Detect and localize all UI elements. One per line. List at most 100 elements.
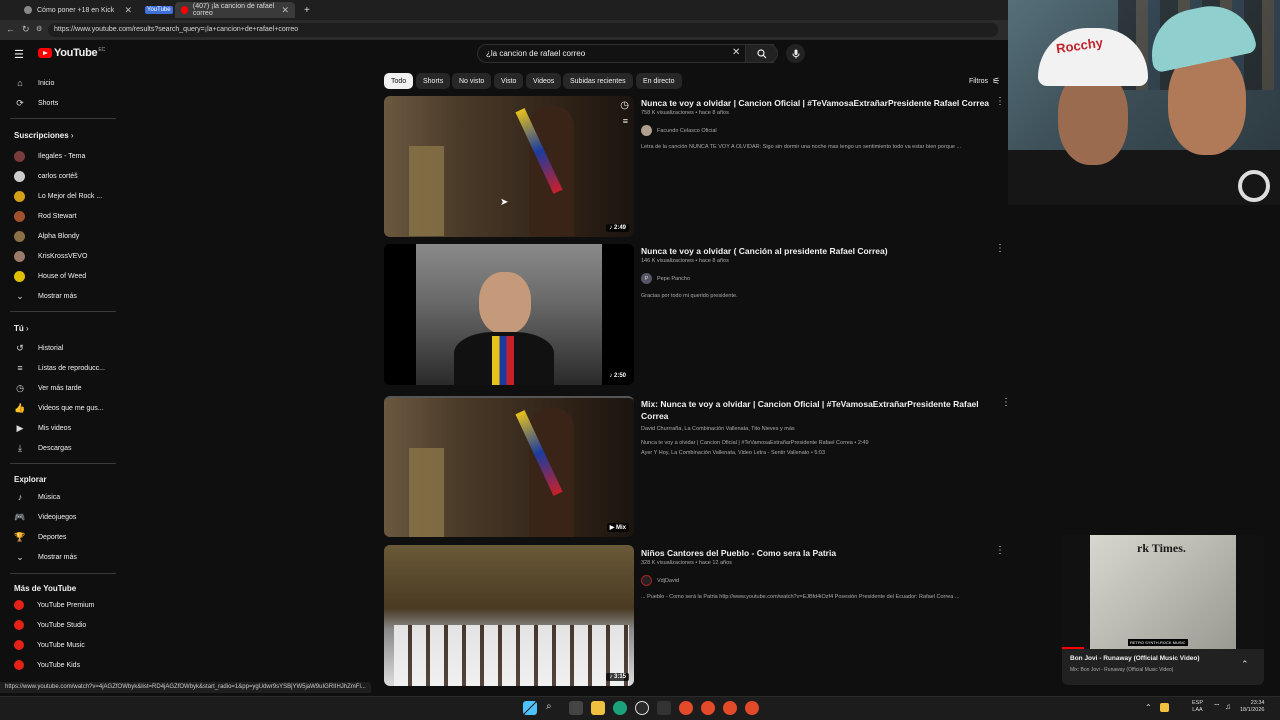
miniplayer-video[interactable]: rk Times. RETRO SYNTH-ROCK MUSIC — [1062, 535, 1264, 649]
site-info-icon[interactable]: ⚙ — [36, 25, 42, 33]
video-thumbnail[interactable]: ◷ ≡ ♪ 2:49 — [384, 96, 634, 237]
chip-en-directo[interactable]: En directo — [636, 73, 682, 89]
chip-visto[interactable]: Visto — [494, 73, 524, 89]
new-tab-button[interactable]: + — [298, 2, 312, 18]
back-icon[interactable]: ← — [6, 24, 15, 34]
url-field[interactable]: https://www.youtube.com/results?search_q… — [48, 23, 998, 37]
sidebar-sub-item[interactable]: Alpha Blondy — [14, 228, 79, 244]
sidebar-sub-item[interactable]: carlos cortéš — [14, 168, 78, 184]
github-icon[interactable] — [657, 701, 671, 715]
video-title[interactable]: Niños Cantores del Pueblo - Como sera la… — [641, 547, 991, 559]
miniplayer-title[interactable]: Bon Jovi - Runaway (Official Music Video… — [1070, 655, 1200, 662]
xbox-icon[interactable] — [635, 701, 649, 715]
close-tab-icon[interactable]: ✕ — [281, 5, 289, 16]
clear-search-icon[interactable]: ✕ — [732, 47, 740, 58]
video-thumbnail[interactable]: ♪ 3:15 — [384, 545, 634, 686]
sidebar-item-my-videos[interactable]: ▶ Mis videos — [14, 420, 72, 436]
menu-icon[interactable]: ☰ — [14, 48, 24, 61]
filters-button[interactable]: Filtros ⚟ — [969, 76, 1000, 87]
language-indicator[interactable]: ESP LAA — [1192, 700, 1203, 714]
chip-todo[interactable]: Todo — [384, 73, 414, 89]
sidebar-item-music[interactable]: ♪ Música — [14, 489, 60, 505]
sidebar-item-kids[interactable]: YouTube Kids — [14, 657, 80, 673]
sidebar-item-shorts[interactable]: ⟳ Shorts — [14, 95, 58, 111]
reload-icon[interactable]: ↻ — [22, 24, 30, 35]
subscriptions-header[interactable]: Suscripciones › — [14, 131, 74, 140]
channel-link[interactable]: P Pepe Pancho — [641, 273, 690, 284]
network-icon[interactable]: ⌔ — [1213, 702, 1221, 712]
chip-videos[interactable]: Videos — [526, 73, 562, 89]
video-title[interactable]: Nunca te voy a olvidar | Cancion Oficial… — [641, 97, 991, 109]
clock[interactable]: 23:34 18/1/2026 — [1240, 700, 1264, 714]
sidebar-item-watch-later[interactable]: ◷ Ver más tarde — [14, 380, 82, 396]
chip-shorts[interactable]: Shorts — [416, 73, 451, 89]
channel-avatar — [14, 230, 25, 242]
chip-no-visto[interactable]: No visto — [452, 73, 492, 89]
windows-start-icon[interactable] — [523, 701, 537, 715]
sidebar-sub-item[interactable]: House of Weed — [14, 268, 86, 284]
sidebar-item-playlists[interactable]: ≡ Listas de reproducc... — [14, 360, 105, 376]
browser-tab-youtube-group[interactable]: YouTube — [143, 2, 173, 18]
voice-search-button[interactable] — [786, 44, 805, 63]
video-title[interactable]: Nunca te voy a olvidar ( Canción al pres… — [641, 245, 991, 257]
sidebar-item-studio[interactable]: YouTube Studio — [14, 617, 86, 633]
sidebar-item-historial[interactable]: ↺ Historial — [14, 340, 63, 356]
sidebar-item-sports[interactable]: 🏆 Deportes — [14, 529, 66, 545]
more-options-icon[interactable]: ⋮ — [995, 96, 1005, 107]
search-icon[interactable]: ⌕ — [546, 701, 560, 715]
browser-tab-kick[interactable]: Cómo poner +18 en Kick ✕ — [18, 2, 138, 18]
sidebar-item-music-app[interactable]: YouTube Music — [14, 637, 85, 653]
sidebar-sub-item[interactable]: Ilegales - Tema — [14, 148, 85, 164]
volume-icon[interactable]: ♫ — [1225, 702, 1231, 711]
chrome-icon[interactable] — [679, 701, 693, 715]
channel-link[interactable]: VdjDavid — [641, 575, 679, 586]
sidebar-item-premium[interactable]: YouTube Premium — [14, 597, 94, 613]
sidebar-item-liked[interactable]: 👍 Videos que me gus... — [14, 400, 104, 416]
edge-icon[interactable] — [613, 701, 627, 715]
search-button[interactable] — [745, 44, 778, 63]
chip-subidas-recientes[interactable]: Subidas recientes — [563, 73, 633, 89]
more-options-icon[interactable]: ⋮ — [995, 545, 1005, 556]
video-thumbnail[interactable]: ♪ 2:50 — [384, 244, 634, 385]
download-icon: ⤓ — [18, 442, 22, 453]
sidebar-item-downloads[interactable]: ⤓ Descargas — [14, 440, 71, 456]
chevron-up-icon[interactable]: ⌃ — [1241, 659, 1249, 670]
sidebar-item-inicio[interactable]: ⌂ Inicio — [14, 75, 54, 91]
globe-icon — [24, 6, 32, 14]
sidebar-show-more-subs[interactable]: ⌄ Mostrar más — [14, 288, 77, 304]
playlist-icon: ≡ — [17, 363, 23, 373]
sidebar-sub-item[interactable]: KrisKrossVEVO — [14, 248, 87, 264]
sidebar-item-label: Descargas — [38, 444, 72, 452]
close-tab-icon[interactable]: ✕ — [124, 5, 132, 16]
more-options-icon[interactable]: ⋮ — [995, 243, 1005, 254]
sidebar-show-more-explore[interactable]: ⌄ Mostrar más — [14, 549, 77, 565]
sidebar-item-gaming[interactable]: 🎮 Videojuegos — [14, 509, 76, 525]
mix-track-2[interactable]: Ayer Y Hoy, La Combinación Vallenata, Vi… — [641, 450, 991, 456]
sidebar-sub-item[interactable]: Rod Stewart — [14, 208, 77, 224]
you-header[interactable]: Tú › — [14, 324, 29, 333]
file-explorer-icon[interactable] — [591, 701, 605, 715]
sidebar-item-label: Alpha Blondy — [38, 232, 80, 240]
browser-tab-active[interactable]: (407) ¡la cancion de rafael correo ✕ — [175, 2, 295, 18]
chrome-icon[interactable] — [723, 701, 737, 715]
chevron-up-icon[interactable]: ⌃ — [1145, 703, 1152, 712]
youtube-logo[interactable]: YouTube EC — [38, 47, 105, 59]
chrome-icon[interactable] — [745, 701, 759, 715]
chrome-icon[interactable] — [701, 701, 715, 715]
miniplayer-progress[interactable] — [1062, 647, 1084, 649]
add-to-queue-icon[interactable]: ≡ — [623, 116, 628, 126]
task-view-icon[interactable] — [569, 701, 583, 715]
mouse-cursor-icon: ➤ — [500, 197, 509, 208]
miniplayer[interactable]: rk Times. RETRO SYNTH-ROCK MUSIC Bon Jov… — [1062, 535, 1264, 685]
more-options-icon[interactable]: ⋮ — [1001, 397, 1011, 408]
sidebar-item-label: Videos que me gus... — [38, 404, 104, 412]
sidebar-item-label: YouTube Music — [37, 641, 85, 649]
video-title[interactable]: Mix: Nunca te voy a olvidar | Cancion Of… — [641, 398, 991, 422]
mix-thumbnail[interactable]: ▶ Mix — [384, 396, 634, 537]
search-input[interactable]: ¿la cancion de rafael correo — [477, 44, 774, 63]
sidebar-sub-item[interactable]: Lo Mejor del Rock ... — [14, 188, 102, 204]
channel-link[interactable]: Facundo Celasco Oficial — [641, 125, 717, 136]
tray-app-icon[interactable] — [1160, 703, 1169, 712]
clock-icon[interactable]: ◷ — [620, 100, 629, 111]
mix-track-1[interactable]: Nunca te voy a olvidar | Cancion Oficial… — [641, 440, 991, 446]
